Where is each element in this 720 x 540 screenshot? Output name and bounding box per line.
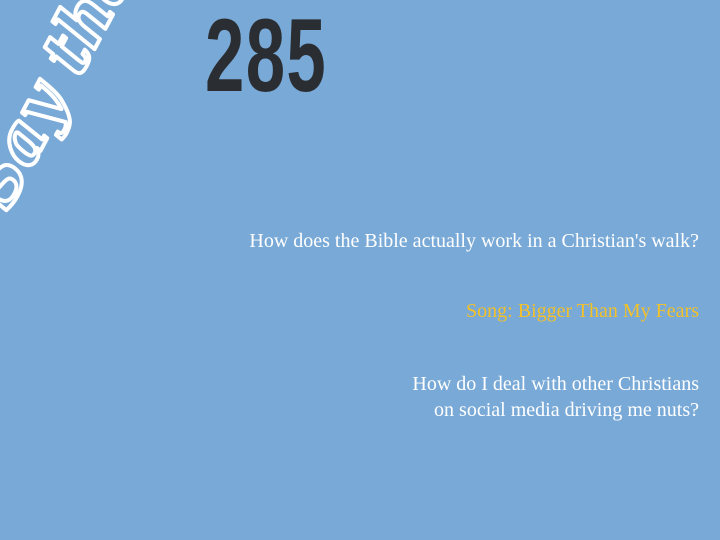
say-that-logo: Say that! — [0, 0, 180, 222]
topic-3: How do I deal with other Christians on s… — [412, 371, 699, 423]
topic-3-line-2: on social media driving me nuts? — [434, 399, 699, 421]
topic-1: How does the Bible actually work in a Ch… — [249, 230, 699, 252]
slide: { "logo": { "text": "Say that!", "color"… — [0, 0, 720, 540]
topic-song: Song: Bigger Than My Fears — [466, 300, 699, 322]
topic-3-line-1: How do I deal with other Christians — [412, 373, 699, 395]
episode-number: 285 — [205, 0, 328, 114]
logo-lettering: Say that! — [0, 0, 178, 220]
